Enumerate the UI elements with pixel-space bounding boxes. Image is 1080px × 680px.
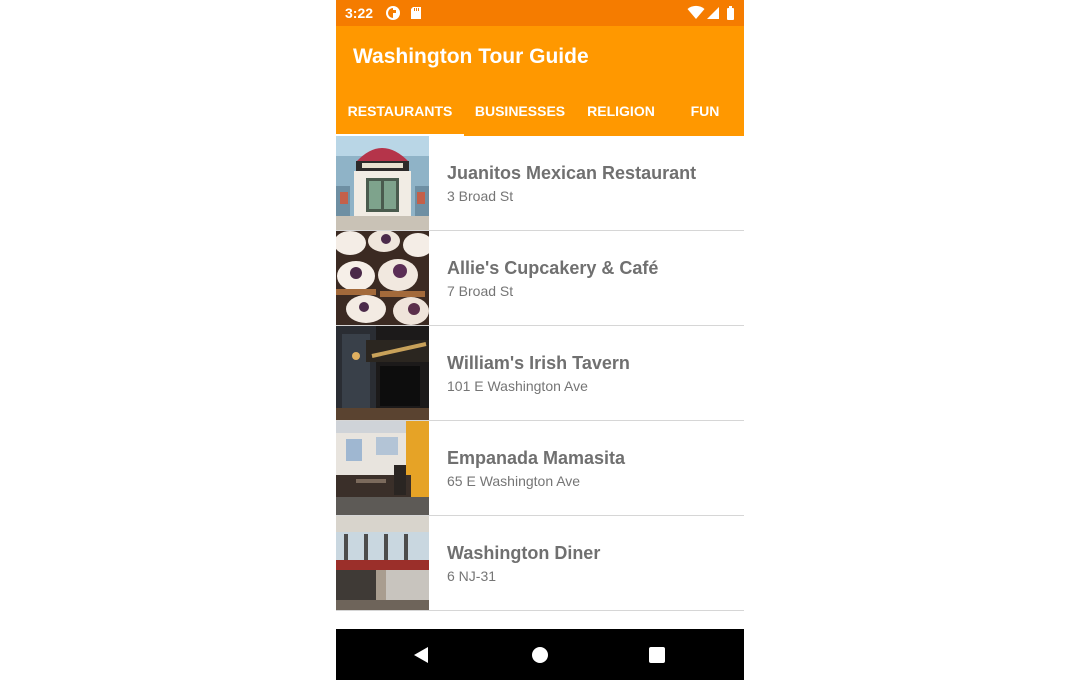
cell-signal-icon: [706, 5, 720, 21]
tavern-sign-photo: [336, 326, 429, 420]
place-address: 101 E Washington Ave: [447, 378, 588, 394]
list-item[interactable]: Juanitos Mexican Restaurant 3 Broad St: [336, 136, 744, 231]
tab-label: RELIGION: [587, 103, 655, 119]
cupcakes-photo: [336, 231, 429, 325]
tab-businesses[interactable]: BUSINESSES: [464, 88, 576, 136]
restaurant-storefront-photo: [336, 136, 429, 230]
list-item[interactable]: Allie's Cupcakery & Café 7 Broad St: [336, 231, 744, 326]
back-icon[interactable]: [410, 644, 432, 666]
place-name: Allie's Cupcakery & Café: [447, 258, 659, 278]
list-item[interactable]: Empanada Mamasita 65 E Washington Ave: [336, 421, 744, 516]
recents-icon[interactable]: [646, 644, 668, 666]
tab-fun[interactable]: FUN: [666, 88, 744, 136]
tab-religion[interactable]: RELIGION: [576, 88, 666, 136]
place-name: Juanitos Mexican Restaurant: [447, 163, 697, 183]
diner-interior-photo: [336, 516, 429, 610]
restaurant-interior-photo: [336, 421, 429, 515]
app-bar: Washington Tour Guide RESTAURANTS BUSINE…: [336, 26, 744, 136]
app-title: Washington Tour Guide: [353, 45, 589, 68]
app-notification-icon: [385, 5, 401, 21]
place-name: Empanada Mamasita: [447, 448, 626, 468]
list-item[interactable]: Washington Diner 6 NJ-31: [336, 516, 744, 611]
wifi-icon: [687, 5, 705, 21]
battery-icon: [726, 5, 735, 21]
tab-restaurants[interactable]: RESTAURANTS: [336, 88, 464, 136]
tab-label: BUSINESSES: [474, 103, 566, 119]
status-bar: 3:22: [336, 0, 744, 26]
tab-label: RESTAURANTS: [347, 103, 453, 119]
places-list: Juanitos Mexican Restaurant 3 Broad St A…: [336, 136, 744, 611]
place-name: William's Irish Tavern: [447, 353, 630, 373]
place-address: 6 NJ-31: [447, 568, 497, 584]
tab-bar: RESTAURANTS BUSINESSES RELIGION FUN: [336, 88, 744, 136]
list-item[interactable]: William's Irish Tavern 101 E Washington …: [336, 326, 744, 421]
place-address: 7 Broad St: [447, 283, 514, 299]
place-name: Washington Diner: [447, 543, 601, 563]
home-icon[interactable]: [529, 644, 551, 666]
sd-card-icon: [410, 5, 422, 21]
navigation-bar: [336, 629, 744, 680]
tab-label: FUN: [690, 103, 720, 119]
place-address: 65 E Washington Ave: [447, 473, 581, 489]
status-time: 3:22: [345, 5, 374, 21]
phone-screen: 3:22 Washington Tour Guide RESTAURANTS B…: [336, 0, 744, 680]
place-address: 3 Broad St: [447, 188, 514, 204]
